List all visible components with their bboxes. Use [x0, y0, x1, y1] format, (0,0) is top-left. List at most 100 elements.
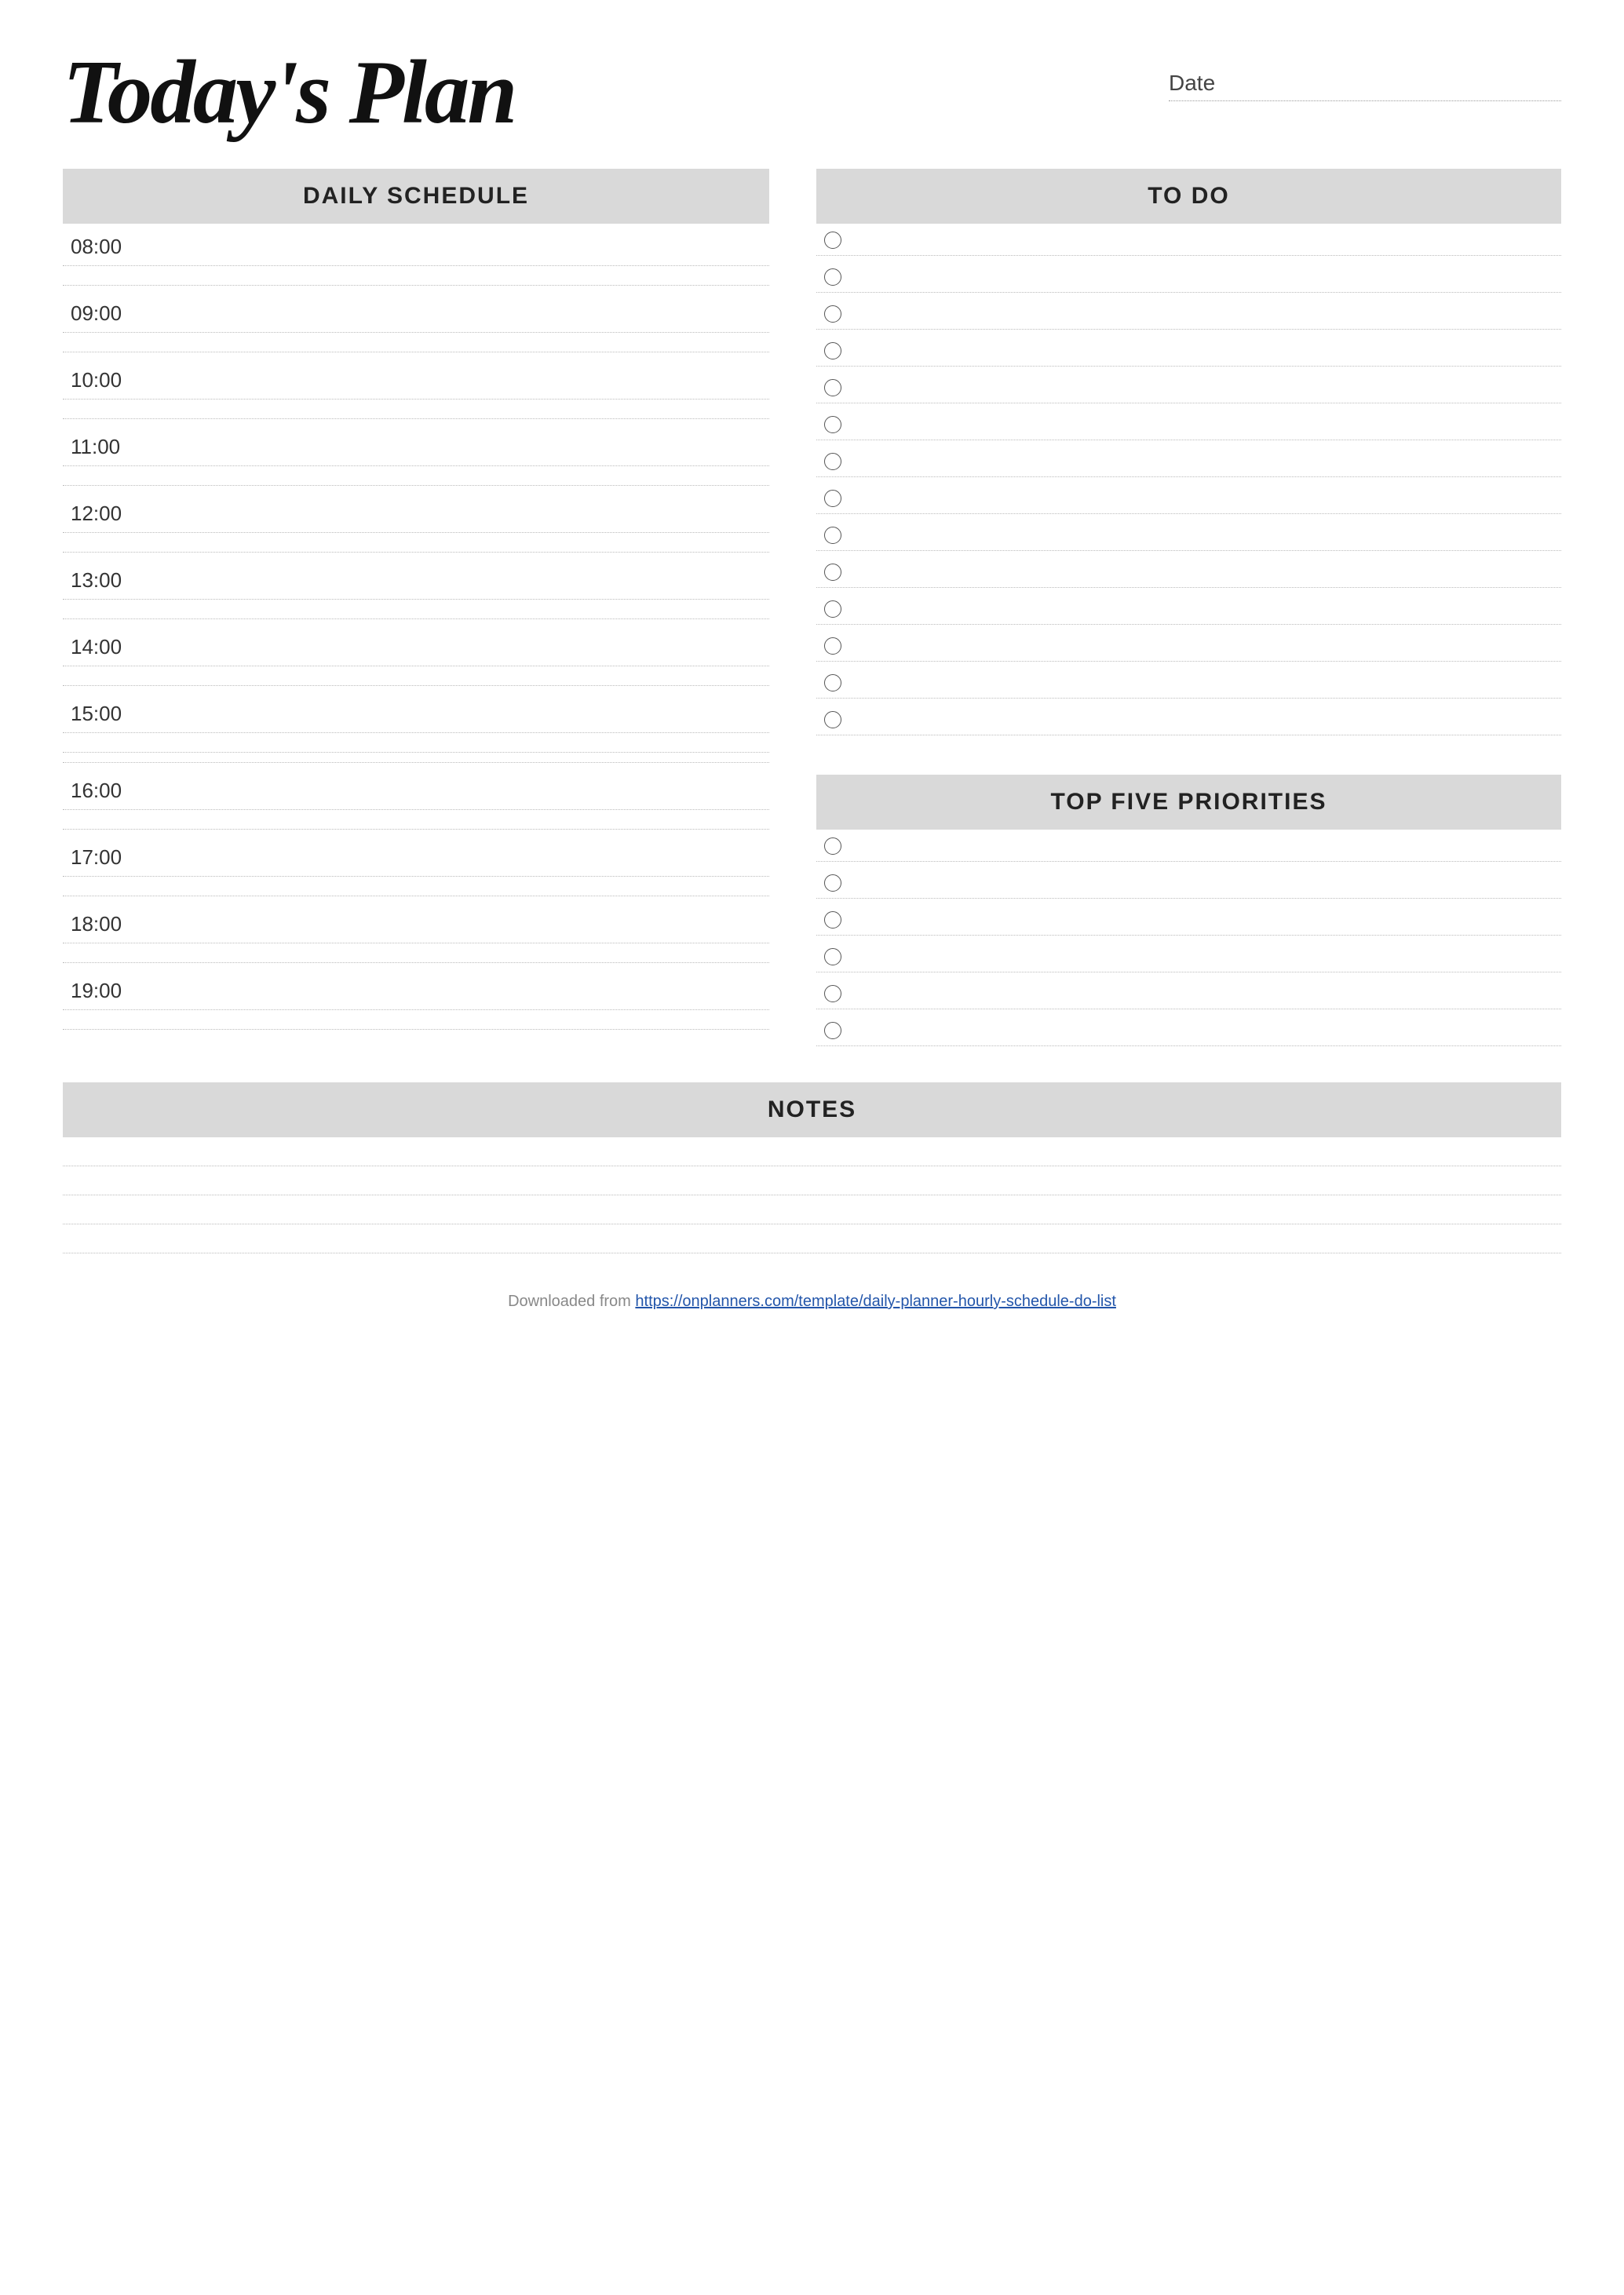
todo-item[interactable] — [816, 482, 1561, 509]
schedule-extra-line — [63, 762, 769, 763]
schedule-half-line — [63, 953, 769, 963]
time-1700: 17:00 — [63, 834, 769, 871]
schedule-line — [63, 599, 769, 600]
schedule-row-1500: 15:00 — [63, 691, 769, 768]
todo-line — [816, 661, 1561, 662]
right-column: TO DO — [816, 169, 1561, 1051]
todo-line — [816, 698, 1561, 699]
schedule-row-0900: 09:00 — [63, 290, 769, 357]
priority-checkbox[interactable] — [824, 948, 841, 965]
schedule-line — [63, 332, 769, 333]
priority-checkbox[interactable] — [824, 985, 841, 1002]
priority-item[interactable] — [816, 940, 1561, 967]
todo-checkbox[interactable] — [824, 268, 841, 286]
schedule-line — [63, 1009, 769, 1010]
todo-item[interactable] — [816, 224, 1561, 250]
schedule-line — [63, 876, 769, 877]
priority-item[interactable] — [816, 830, 1561, 856]
todo-item[interactable] — [816, 556, 1561, 582]
priority-item[interactable] — [816, 977, 1561, 1004]
priority-item[interactable] — [816, 903, 1561, 930]
priority-checkbox[interactable] — [824, 874, 841, 892]
schedule-half-line — [63, 409, 769, 419]
time-0900: 09:00 — [63, 290, 769, 327]
schedule-half-line — [63, 676, 769, 686]
schedule-list: 08:00 09:00 10:00 11:00 — [63, 224, 769, 1034]
notes-section: NOTES — [63, 1082, 1561, 1253]
todo-checkbox[interactable] — [824, 232, 841, 249]
schedule-row-1100: 11:00 — [63, 424, 769, 491]
schedule-half-line — [63, 542, 769, 553]
todo-item[interactable] — [816, 666, 1561, 693]
todo-line — [816, 329, 1561, 330]
time-1200: 12:00 — [63, 491, 769, 527]
footer-link[interactable]: https://onplanners.com/template/daily-pl… — [635, 1293, 1116, 1310]
todo-line — [816, 255, 1561, 256]
todo-checkbox[interactable] — [824, 305, 841, 323]
priority-item[interactable] — [816, 867, 1561, 893]
todo-line — [816, 292, 1561, 293]
todo-line — [816, 624, 1561, 625]
footer-text: Downloaded from — [508, 1293, 635, 1310]
priority-line — [816, 898, 1561, 899]
todo-checkbox[interactable] — [824, 379, 841, 396]
priorities-header: TOP FIVE PRIORITIES — [816, 775, 1561, 830]
notes-header: NOTES — [63, 1082, 1561, 1137]
todo-checkbox[interactable] — [824, 637, 841, 655]
schedule-line — [63, 265, 769, 266]
todo-line — [816, 587, 1561, 588]
time-1100: 11:00 — [63, 424, 769, 461]
todo-item[interactable] — [816, 593, 1561, 619]
todo-checkbox[interactable] — [824, 527, 841, 544]
todo-list — [816, 224, 1561, 735]
schedule-row-1400: 14:00 — [63, 624, 769, 691]
time-1400: 14:00 — [63, 624, 769, 661]
schedule-line — [63, 532, 769, 533]
priority-checkbox[interactable] — [824, 1022, 841, 1039]
todo-checkbox[interactable] — [824, 453, 841, 470]
todo-header: TO DO — [816, 169, 1561, 224]
main-grid: DAILY SCHEDULE 08:00 09:00 10:00 — [63, 169, 1561, 1051]
schedule-half-line — [63, 275, 769, 286]
todo-item[interactable] — [816, 371, 1561, 398]
priority-checkbox[interactable] — [824, 911, 841, 929]
todo-checkbox[interactable] — [824, 416, 841, 433]
schedule-half-line — [63, 886, 769, 896]
date-section: Date — [1169, 47, 1561, 101]
schedule-line — [63, 809, 769, 810]
schedule-line — [63, 732, 769, 733]
todo-checkbox[interactable] — [824, 711, 841, 728]
time-1500: 15:00 — [63, 691, 769, 728]
todo-item[interactable] — [816, 261, 1561, 287]
todo-item[interactable] — [816, 519, 1561, 545]
todo-item[interactable] — [816, 297, 1561, 324]
time-1800: 18:00 — [63, 901, 769, 938]
todo-item[interactable] — [816, 445, 1561, 472]
schedule-half-line — [63, 819, 769, 830]
daily-schedule-column: DAILY SCHEDULE 08:00 09:00 10:00 — [63, 169, 769, 1051]
time-1600: 16:00 — [63, 768, 769, 805]
todo-item[interactable] — [816, 334, 1561, 361]
todo-line — [816, 366, 1561, 367]
priority-line — [816, 935, 1561, 936]
todo-line — [816, 513, 1561, 514]
todo-checkbox[interactable] — [824, 674, 841, 691]
todo-item[interactable] — [816, 408, 1561, 435]
priorities-section: TOP FIVE PRIORITIES — [816, 775, 1561, 1046]
priority-item[interactable] — [816, 1014, 1561, 1041]
todo-checkbox[interactable] — [824, 490, 841, 507]
todo-line — [816, 550, 1561, 551]
schedule-half-line — [63, 1020, 769, 1030]
todo-item[interactable] — [816, 629, 1561, 656]
todo-checkbox[interactable] — [824, 342, 841, 359]
priority-checkbox[interactable] — [824, 837, 841, 855]
schedule-half-line — [63, 609, 769, 619]
todo-line — [816, 476, 1561, 477]
daily-schedule-header: DAILY SCHEDULE — [63, 169, 769, 224]
header: Today's Plan Date — [63, 47, 1561, 137]
todo-checkbox[interactable] — [824, 564, 841, 581]
time-1300: 13:00 — [63, 557, 769, 594]
schedule-row-0800: 08:00 — [63, 224, 769, 290]
todo-item[interactable] — [816, 703, 1561, 730]
todo-checkbox[interactable] — [824, 600, 841, 618]
